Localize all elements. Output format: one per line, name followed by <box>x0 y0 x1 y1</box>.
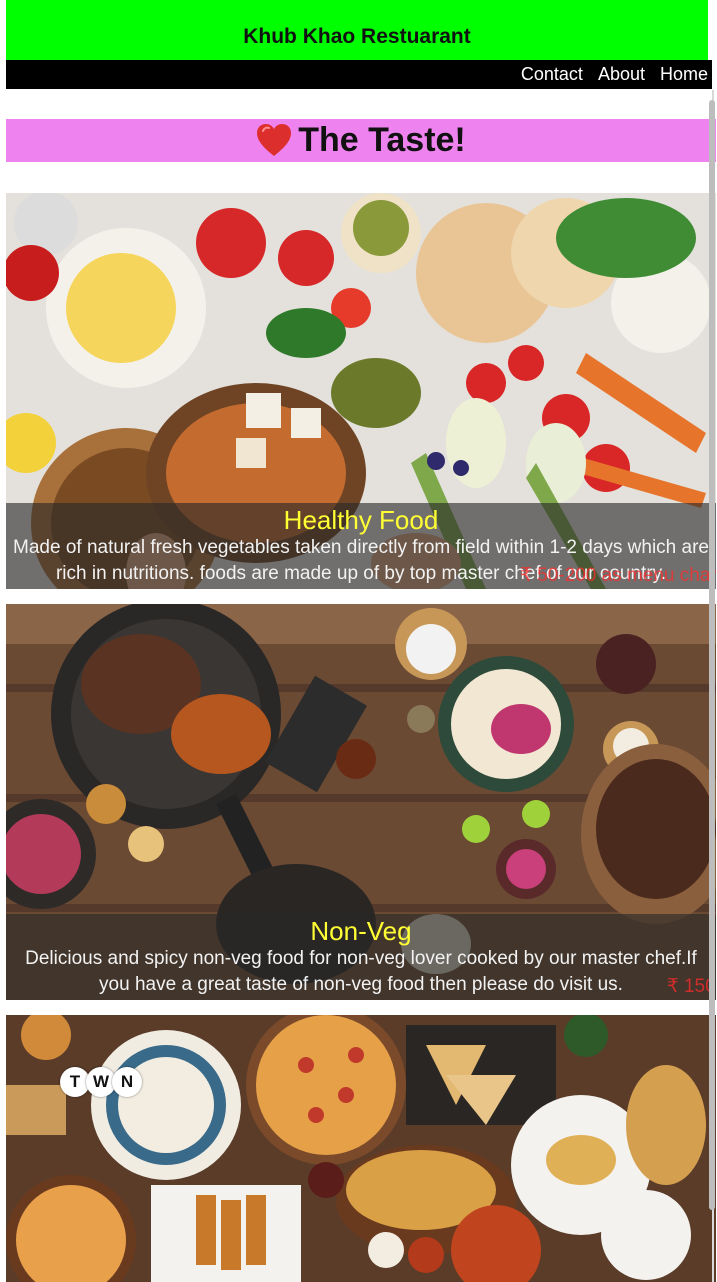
fast-food-image <box>6 1015 716 1282</box>
nav-contact-link[interactable]: Contact <box>521 64 583 85</box>
non-veg-title: Non-Veg <box>310 916 412 946</box>
taste-banner: The Taste! <box>6 119 716 162</box>
healthy-food-price: ₹ 50-200 as menu chart <box>519 565 716 586</box>
heart-icon <box>257 123 292 156</box>
nav-bar: Contact About Home <box>6 60 712 89</box>
title-bar: Khub Khao Restuarant <box>6 0 708 60</box>
non-veg-caption: Non-Veg Delicious and spicy non-veg food… <box>6 914 716 1000</box>
fast-food-card[interactable]: T W N <box>6 1015 716 1282</box>
scrollbar[interactable] <box>709 100 715 1210</box>
banner-heading: The Taste! <box>298 121 466 159</box>
nav-home-link[interactable]: Home <box>660 64 708 85</box>
restaurant-name: Khub Khao Restuarant <box>243 25 471 48</box>
healthy-food-card[interactable]: Healthy Food Made of natural fresh veget… <box>6 193 716 589</box>
healthy-food-caption: Healthy Food Made of natural fresh veget… <box>6 503 716 589</box>
healthy-food-title: Healthy Food <box>283 505 439 535</box>
non-veg-description: Delicious and spicy non-veg food for non… <box>25 948 697 995</box>
non-veg-card[interactable]: Non-Veg Delicious and spicy non-veg food… <box>6 604 716 1000</box>
twn-logo-n: N <box>112 1067 142 1097</box>
twn-logo: T W N <box>60 1067 142 1097</box>
nav-about-link[interactable]: About <box>598 64 645 85</box>
page: Khub Khao Restuarant Contact About Home … <box>0 0 717 1282</box>
